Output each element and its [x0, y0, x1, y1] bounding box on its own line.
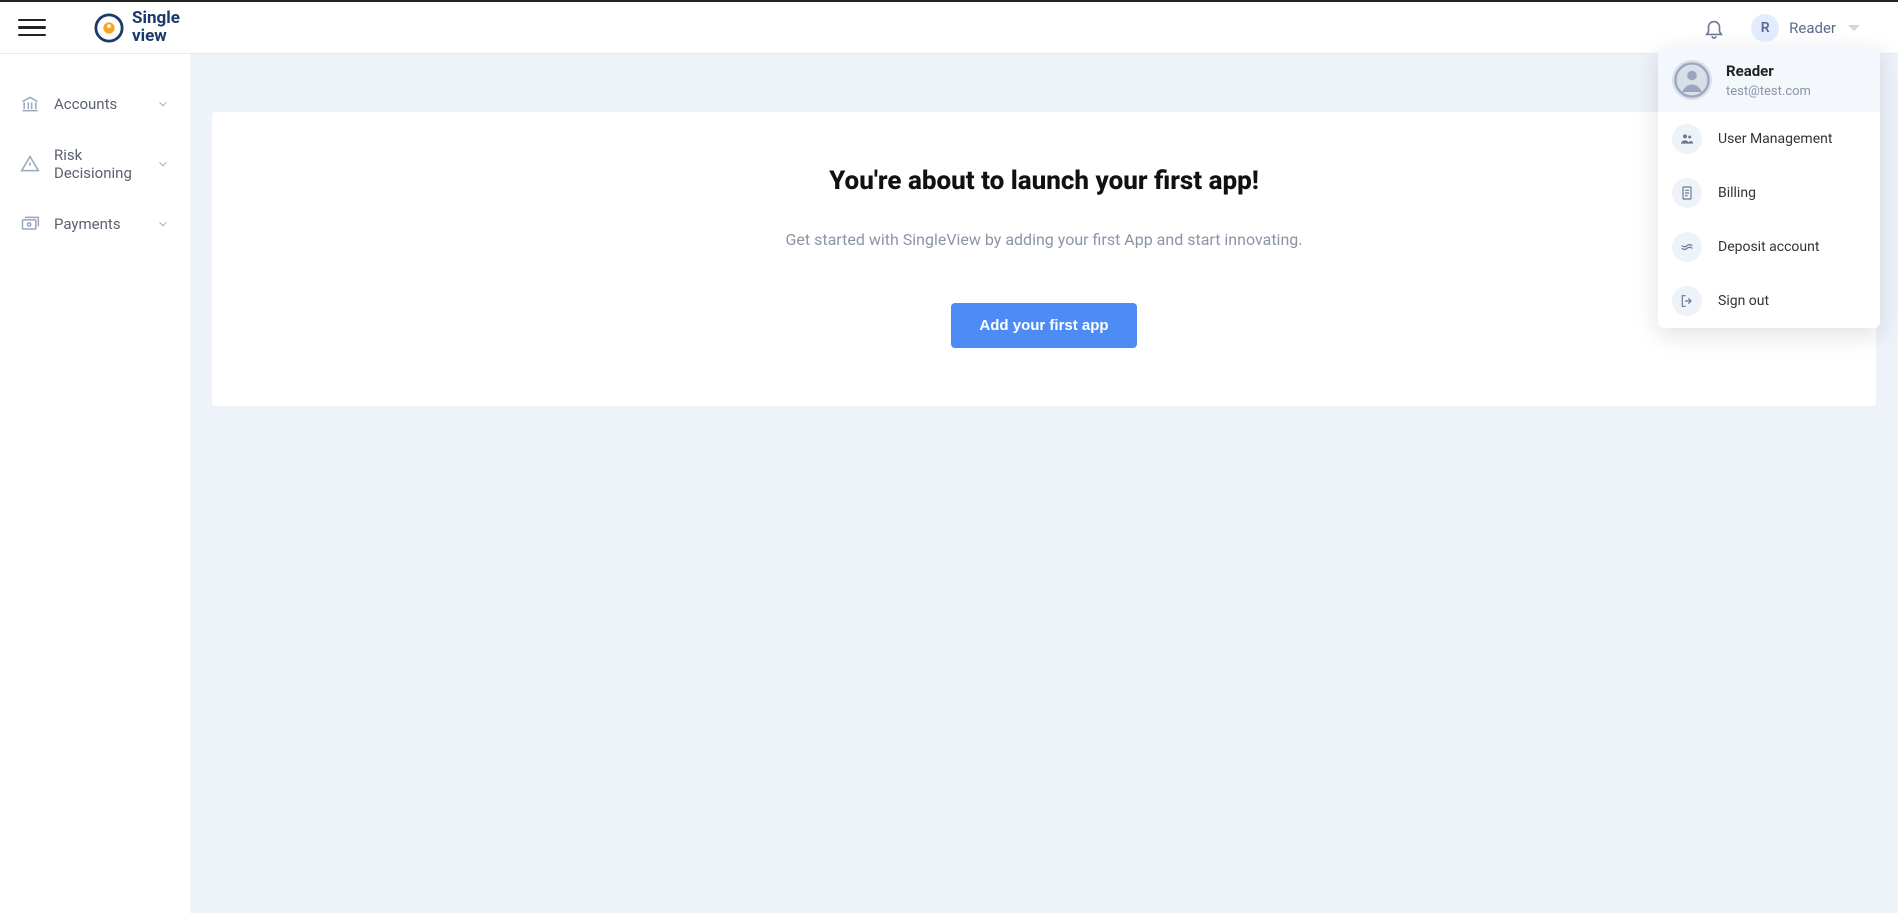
user-dropdown-email: test@test.com: [1726, 84, 1811, 99]
brand-logo-text: Single view: [132, 10, 180, 46]
main-content: You're about to launch your first app! G…: [190, 54, 1898, 913]
user-avatar-large-icon: [1672, 60, 1712, 100]
welcome-card: You're about to launch your first app! G…: [212, 112, 1876, 406]
caret-down-icon: [1848, 25, 1860, 31]
hamburger-menu-button[interactable]: [18, 14, 46, 42]
receipt-icon: [1672, 178, 1702, 208]
users-icon: [1672, 124, 1702, 154]
add-your-first-app-button[interactable]: Add your first app: [951, 303, 1136, 348]
user-dropdown: Reader test@test.com User Management Bil…: [1658, 48, 1880, 328]
dropdown-item-label: Sign out: [1718, 293, 1769, 309]
deposit-icon: [1672, 232, 1702, 262]
sidebar-item-label: Accounts: [54, 95, 142, 113]
topbar: Single view R Reader: [0, 0, 1898, 54]
sidebar-item-label: Payments: [54, 215, 142, 233]
dropdown-item-sign-out[interactable]: Sign out: [1658, 274, 1880, 328]
dropdown-item-label: User Management: [1718, 131, 1832, 147]
user-dropdown-name: Reader: [1726, 62, 1811, 80]
dropdown-item-deposit-account[interactable]: Deposit account: [1658, 220, 1880, 274]
user-dropdown-header: Reader test@test.com: [1658, 48, 1880, 112]
sidebar-item-label: Risk Decisioning: [54, 146, 142, 182]
chevron-down-icon: [156, 217, 170, 231]
warning-triangle-icon: [20, 154, 40, 174]
cash-icon: [20, 214, 40, 234]
dropdown-item-billing[interactable]: Billing: [1658, 166, 1880, 220]
bank-icon: [20, 94, 40, 114]
brand-logo[interactable]: Single view: [94, 10, 180, 46]
notifications-bell-icon[interactable]: [1703, 17, 1725, 39]
user-avatar-small: R: [1751, 14, 1779, 42]
brand-logo-mark-icon: [94, 13, 124, 43]
dropdown-item-label: Deposit account: [1718, 239, 1819, 255]
dropdown-item-label: Billing: [1718, 185, 1756, 201]
user-menu-trigger[interactable]: R Reader: [1751, 14, 1880, 42]
sidebar-item-accounts[interactable]: Accounts: [0, 78, 190, 130]
chevron-down-icon: [156, 97, 170, 111]
sidebar: Accounts Risk Decisioning Payments: [0, 54, 190, 913]
user-name-label: Reader: [1789, 19, 1836, 37]
sidebar-item-payments[interactable]: Payments: [0, 198, 190, 250]
sidebar-item-risk-decisioning[interactable]: Risk Decisioning: [0, 130, 190, 198]
welcome-title: You're about to launch your first app!: [236, 166, 1852, 196]
sign-out-icon: [1672, 286, 1702, 316]
welcome-subtitle: Get started with SingleView by adding yo…: [236, 230, 1852, 249]
dropdown-item-user-management[interactable]: User Management: [1658, 112, 1880, 166]
chevron-down-icon: [156, 157, 170, 171]
